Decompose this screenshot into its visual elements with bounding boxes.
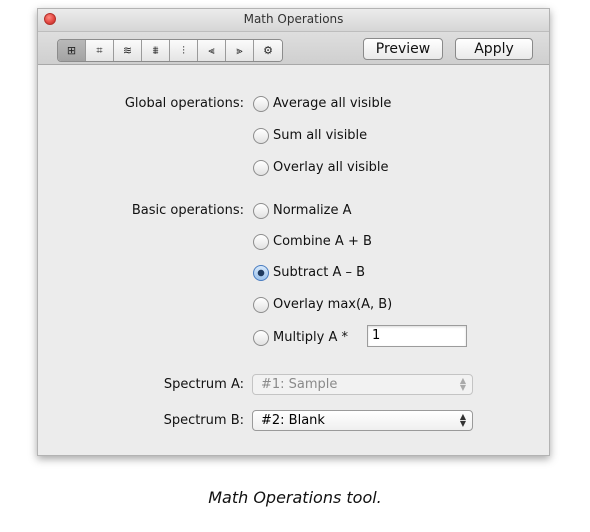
overlay-max-label: Overlay max(A, B) bbox=[273, 297, 393, 312]
radio-combine-a-b[interactable] bbox=[253, 234, 269, 250]
radio-multiply-a[interactable] bbox=[253, 330, 269, 346]
spectrum-b-select[interactable]: #2: Blank ▲ ▼ bbox=[252, 410, 473, 431]
normalize-a-label: Normalize A bbox=[273, 203, 352, 218]
radio-sum-all-visible[interactable] bbox=[253, 128, 269, 144]
spectrum-a-value: #1: Sample bbox=[261, 377, 338, 392]
global-operations-label: Global operations: bbox=[124, 96, 244, 111]
baseline-icon[interactable]: ⩩ bbox=[142, 40, 170, 61]
apply-button[interactable]: Apply bbox=[455, 38, 533, 60]
average-all-visible-label: Average all visible bbox=[273, 96, 392, 111]
radio-overlay-max[interactable] bbox=[253, 297, 269, 313]
spectrum-b-value: #2: Blank bbox=[261, 413, 325, 428]
peak-labels-icon[interactable]: ⫷ bbox=[198, 40, 226, 61]
overlay-all-visible-label: Overlay all visible bbox=[273, 160, 389, 175]
spectrum-b-label: Spectrum B: bbox=[163, 413, 244, 428]
radio-overlay-all-visible[interactable] bbox=[253, 160, 269, 176]
crop-icon[interactable]: ⌗ bbox=[86, 40, 114, 61]
updown-arrows-icon: ▲ ▼ bbox=[459, 412, 466, 428]
spectrum-a-label: Spectrum A: bbox=[163, 377, 244, 392]
figure-caption: Math Operations tool. bbox=[208, 488, 382, 507]
integrate-icon[interactable]: ⫸ bbox=[226, 40, 254, 61]
multiply-value-field[interactable]: 1 bbox=[367, 325, 467, 347]
radio-average-all-visible[interactable] bbox=[253, 96, 269, 112]
basic-operations-label: Basic operations: bbox=[131, 203, 244, 218]
combine-a-b-label: Combine A + B bbox=[273, 234, 372, 249]
window-title: Math Operations bbox=[243, 12, 344, 26]
preview-button[interactable]: Preview bbox=[363, 38, 443, 60]
peaks-icon[interactable]: ⫶ bbox=[170, 40, 198, 61]
tool-segmented-control: ⊞ ⌗ ≋ ⩩ ⫶ ⫷ ⫸ ⚙ bbox=[57, 39, 283, 62]
grid-icon[interactable]: ⊞ bbox=[58, 40, 86, 61]
title-bar: Math Operations bbox=[38, 9, 549, 32]
radio-subtract-a-b[interactable] bbox=[253, 265, 269, 281]
multiply-a-label: Multiply A * bbox=[273, 330, 348, 345]
spectrum-a-select[interactable]: #1: Sample ▲ ▼ bbox=[252, 374, 473, 395]
subtract-a-b-label: Subtract A – B bbox=[273, 265, 366, 280]
smooth-icon[interactable]: ≋ bbox=[114, 40, 142, 61]
updown-arrows-icon: ▲ ▼ bbox=[459, 376, 466, 392]
radio-normalize-a[interactable] bbox=[253, 203, 269, 219]
settings-icon[interactable]: ⚙ bbox=[254, 40, 282, 61]
sum-all-visible-label: Sum all visible bbox=[273, 128, 368, 143]
